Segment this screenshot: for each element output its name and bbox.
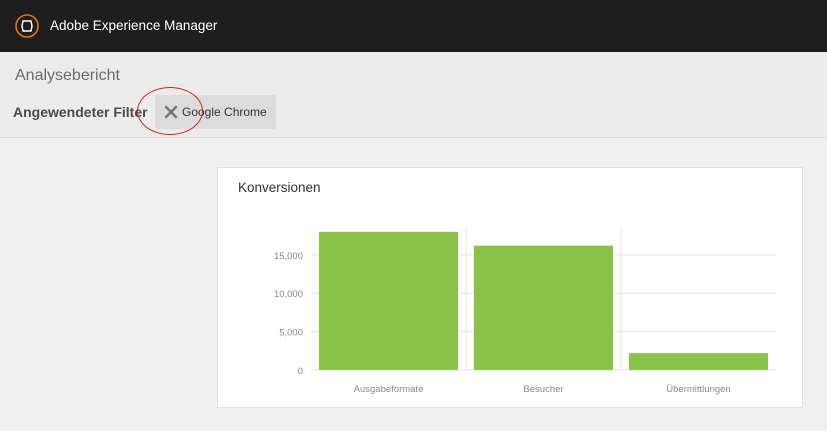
x-tick-label: Übermittlungen [666, 384, 730, 395]
applied-filter-label: Angewendeter Filter [13, 104, 148, 120]
bar-0 [319, 231, 458, 370]
filter-chip-label: Google Chrome [182, 105, 267, 119]
y-tick-label: 5,000 [279, 328, 303, 339]
x-tick-label: Besucher [523, 384, 563, 395]
bar-2 [629, 353, 768, 370]
aem-logo-icon[interactable] [15, 14, 39, 38]
y-tick-label: 10,000 [274, 289, 303, 300]
page-title: Analysebericht [15, 67, 120, 84]
conversions-chart: 0 5,000 10,000 15,000 Ausgabeformate Besucher… [274, 228, 776, 395]
top-bar: Adobe Experience Manager [0, 0, 827, 52]
filter-chip-google-chrome[interactable]: Google Chrome [155, 95, 276, 129]
conversions-card: Konversionen 0 5,000 10,000 15,000 Ausgabefo… [217, 167, 803, 408]
report-header [0, 52, 827, 138]
x-tick-label: Ausgabeformate [354, 384, 424, 395]
bar-1 [474, 245, 613, 370]
y-tick-label: 0 [298, 366, 303, 377]
close-icon[interactable] [164, 105, 178, 119]
y-tick-label: 15,000 [274, 251, 303, 262]
app-title: Adobe Experience Manager [50, 18, 218, 33]
